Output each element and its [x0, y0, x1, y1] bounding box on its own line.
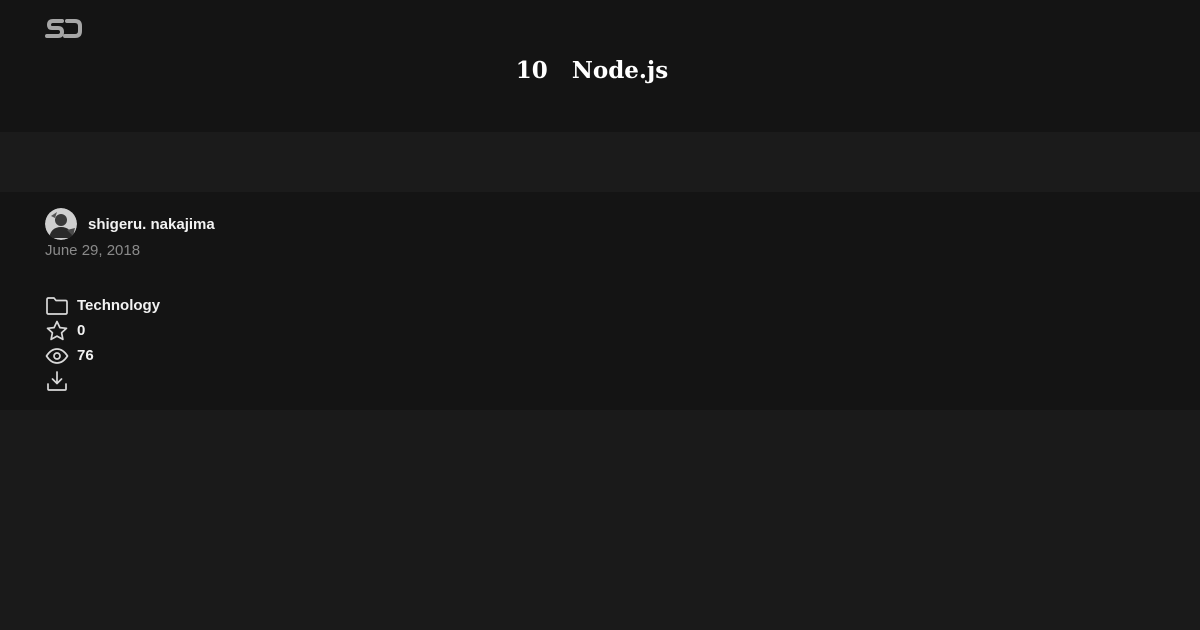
content-band	[0, 132, 1200, 192]
folder-icon	[45, 294, 69, 318]
download-button[interactable]	[45, 368, 160, 393]
post-meta: shigeru. nakajima June 29, 2018 Technolo…	[0, 192, 1200, 410]
category-row[interactable]: Technology	[45, 293, 160, 318]
eye-icon	[45, 344, 69, 368]
author-row[interactable]: shigeru. nakajima	[45, 208, 215, 240]
page-title: 10 Node.js	[515, 57, 669, 84]
views-row: 76	[45, 343, 160, 368]
star-icon[interactable]	[45, 319, 69, 343]
sj-logo-icon[interactable]	[45, 16, 83, 40]
user-avatar[interactable]	[45, 208, 77, 240]
stars-row[interactable]: 0	[45, 318, 160, 343]
category-label[interactable]: Technology	[77, 296, 160, 316]
stars-count: 0	[77, 321, 86, 339]
author-name[interactable]: shigeru. nakajima	[88, 216, 215, 233]
post-stats: Technology 0 76	[45, 293, 160, 393]
views-count: 76	[77, 346, 94, 364]
post-date: June 29, 2018	[45, 242, 141, 259]
download-icon[interactable]	[45, 369, 69, 393]
header: 10 Node.js	[0, 0, 1200, 132]
